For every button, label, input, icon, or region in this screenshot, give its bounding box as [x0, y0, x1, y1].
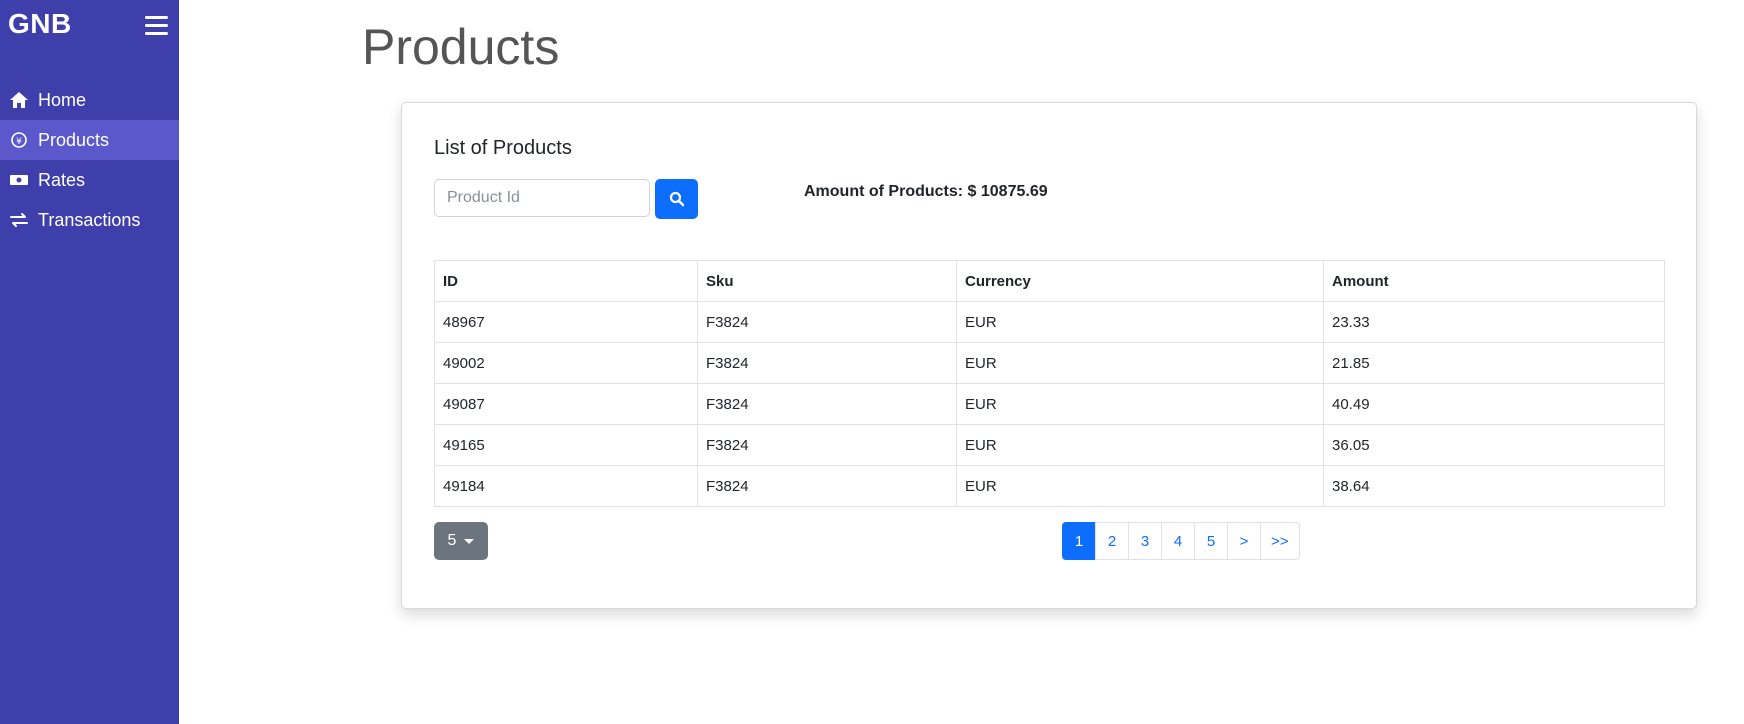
column-header-id[interactable]: ID — [434, 260, 698, 302]
table-row[interactable]: 49002 F3824 EUR 21.85 — [434, 342, 1665, 384]
amount-of-products: Amount of Products: $ 10875.69 — [804, 183, 1048, 200]
page-size-dropdown[interactable]: 5 — [434, 522, 488, 560]
sidebar-item-transactions[interactable]: Transactions — [0, 200, 179, 240]
next-page-button[interactable]: > — [1227, 522, 1261, 560]
cell-id: 49002 — [434, 342, 698, 384]
sidebar-item-label: Products — [38, 129, 110, 150]
exchange-icon — [8, 209, 30, 231]
sidebar-item-label: Transactions — [38, 209, 141, 230]
cell-id: 49087 — [434, 383, 698, 425]
card-title: List of Products — [434, 137, 572, 159]
cell-currency: EUR — [956, 342, 1324, 384]
money-icon — [8, 169, 30, 191]
page-button-5[interactable]: 5 — [1194, 522, 1228, 560]
products-card: List of Products Amount of Products: $ 1… — [401, 102, 1697, 609]
svg-text:¥: ¥ — [16, 137, 22, 147]
cell-currency: EUR — [956, 465, 1324, 507]
cell-amount: 23.33 — [1323, 301, 1665, 343]
sidebar-item-home[interactable]: Home — [0, 80, 179, 120]
caret-down-icon — [464, 538, 475, 544]
page-title: Products — [362, 19, 560, 75]
products-table: ID Sku Currency Amount 48967 F3824 EUR 2… — [434, 260, 1665, 507]
search-icon — [669, 191, 684, 207]
table-row[interactable]: 49087 F3824 EUR 40.49 — [434, 383, 1665, 425]
page-button-3[interactable]: 3 — [1128, 522, 1162, 560]
cell-sku: F3824 — [697, 342, 957, 384]
brand-logo[interactable]: GNB — [8, 8, 72, 40]
sidebar-item-rates[interactable]: Rates — [0, 160, 179, 200]
search-button[interactable] — [655, 179, 698, 219]
page-button-4[interactable]: 4 — [1161, 522, 1195, 560]
cell-id: 49184 — [434, 465, 698, 507]
cell-amount: 21.85 — [1323, 342, 1665, 384]
product-icon: ¥ — [8, 129, 30, 151]
table-row[interactable]: 49165 F3824 EUR 36.05 — [434, 424, 1665, 466]
cell-id: 49165 — [434, 424, 698, 466]
cell-currency: EUR — [956, 383, 1324, 425]
cell-sku: F3824 — [697, 383, 957, 425]
cell-currency: EUR — [956, 301, 1324, 343]
sidebar-item-products[interactable]: ¥ Products — [0, 120, 179, 160]
column-header-currency[interactable]: Currency — [956, 260, 1324, 302]
page-button-1[interactable]: 1 — [1062, 522, 1096, 560]
column-header-sku[interactable]: Sku — [697, 260, 957, 302]
cell-amount: 38.64 — [1323, 465, 1665, 507]
sidebar-item-label: Home — [38, 89, 87, 110]
sidebar-nav: Home ¥ Products Rates Transactions — [0, 80, 179, 240]
menu-toggle-icon[interactable] — [145, 16, 168, 37]
pagination: 1 2 3 4 5 > >> — [1062, 522, 1300, 560]
home-icon — [8, 89, 30, 111]
cell-amount: 36.05 — [1323, 424, 1665, 466]
cell-sku: F3824 — [697, 424, 957, 466]
sidebar-item-label: Rates — [38, 169, 86, 190]
column-header-amount[interactable]: Amount — [1323, 260, 1665, 302]
table-header-row: ID Sku Currency Amount — [434, 260, 1665, 302]
cell-id: 48967 — [434, 301, 698, 343]
cell-currency: EUR — [956, 424, 1324, 466]
cell-amount: 40.49 — [1323, 383, 1665, 425]
product-id-search-input[interactable] — [434, 179, 650, 217]
page-button-2[interactable]: 2 — [1095, 522, 1129, 560]
cell-sku: F3824 — [697, 465, 957, 507]
last-page-button[interactable]: >> — [1260, 522, 1300, 560]
table-row[interactable]: 49184 F3824 EUR 38.64 — [434, 465, 1665, 507]
table-row[interactable]: 48967 F3824 EUR 23.33 — [434, 301, 1665, 343]
cell-sku: F3824 — [697, 301, 957, 343]
sidebar: GNB Home ¥ Products Rates Transactions — [0, 0, 179, 724]
page-size-value: 5 — [447, 532, 457, 549]
